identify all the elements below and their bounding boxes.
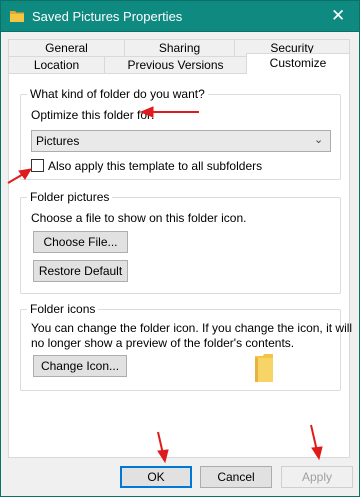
tab-sharing[interactable]: Sharing [124,39,235,56]
ok-button[interactable]: OK [120,466,192,488]
folder-pictures-desc: Choose a file to show on this folder ico… [31,211,247,225]
folder-icon [10,11,24,22]
window-title: Saved Pictures Properties [32,9,183,24]
apply-subfolders-checkbox[interactable] [31,159,44,172]
folder-icons-legend: Folder icons [30,302,96,316]
apply-subfolders-label[interactable]: Also apply this template to all subfolde… [48,159,262,173]
optimize-selected-value: Pictures [36,134,80,148]
close-icon[interactable]: ✕ [331,6,345,26]
apply-button[interactable]: Apply [281,466,353,488]
folder-pictures-legend: Folder pictures [30,190,110,204]
folder-icons-desc-line1: You can change the folder icon. If you c… [31,321,353,335]
cancel-button[interactable]: Cancel [200,466,272,488]
tab-previous-versions[interactable]: Previous Versions [104,56,247,73]
change-icon-button[interactable]: Change Icon... [33,355,127,377]
chevron-down-icon: ⌄ [314,134,324,146]
tab-customize[interactable]: Customize [246,53,350,74]
title-bar: Saved Pictures Properties ✕ [0,0,360,32]
tab-location[interactable]: Location [8,56,105,73]
folder-icons-desc-line2: no longer show a preview of the folder's… [31,336,295,350]
folder-type-legend: What kind of folder do you want? [30,87,205,101]
optimize-label: Optimize this folder for: [31,108,155,122]
optimize-select[interactable]: Pictures ⌄ [31,130,331,152]
folder-preview-icon [255,354,273,382]
tab-general[interactable]: General [8,39,125,56]
restore-default-button[interactable]: Restore Default [33,260,128,282]
choose-file-button[interactable]: Choose File... [33,231,128,253]
